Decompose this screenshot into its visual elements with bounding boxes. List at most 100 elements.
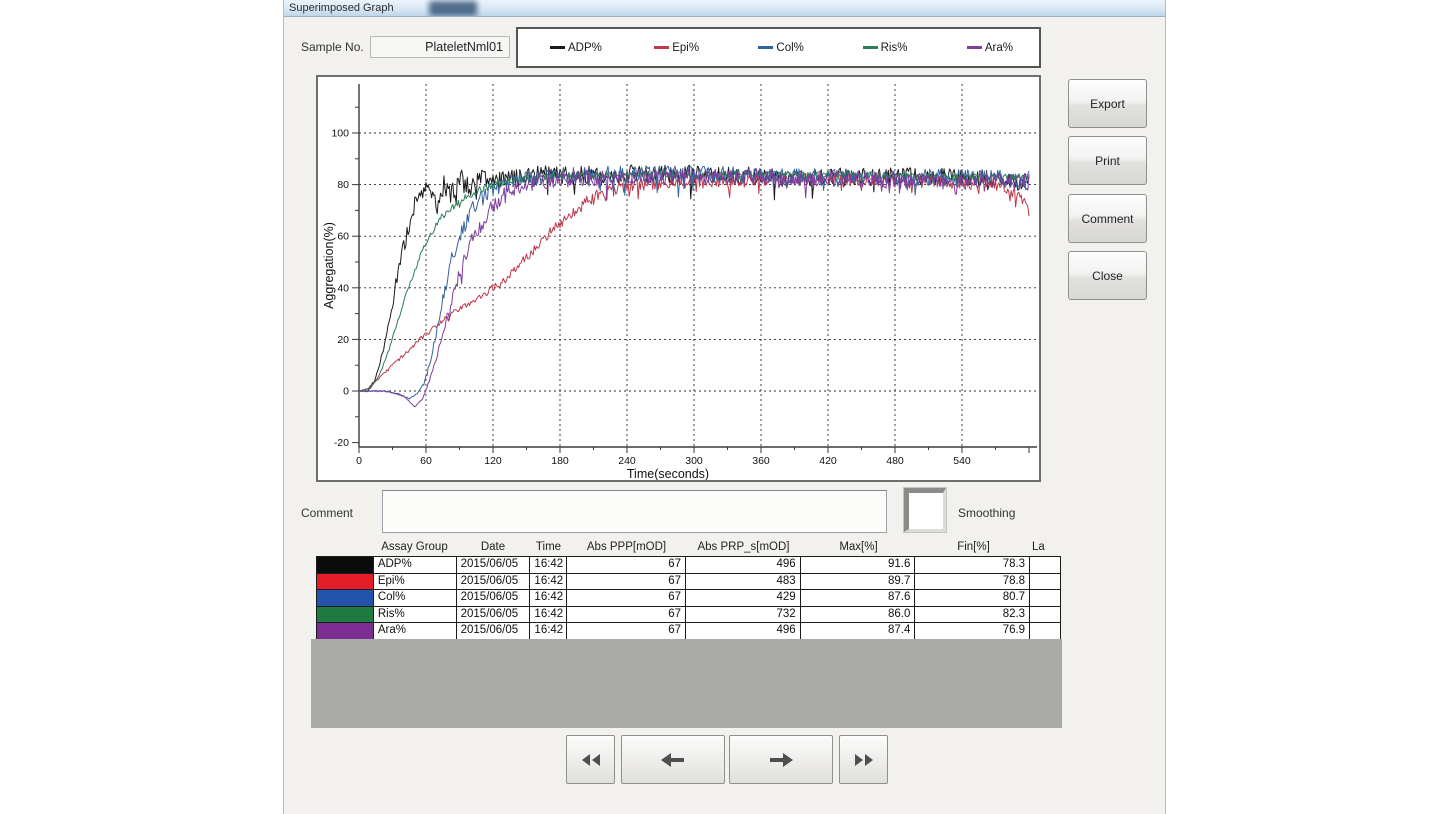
- svg-text:Aggregation(%): Aggregation(%): [322, 222, 336, 309]
- legend-entry-label: Ara%: [985, 42, 1013, 54]
- svg-text:420: 420: [819, 455, 837, 467]
- la-cell: [1030, 574, 1060, 590]
- la-cell: [1030, 557, 1060, 573]
- smoothing-label: Smoothing: [958, 506, 1015, 520]
- legend-box: ADP% Epi% Col% Ris% Ara%: [516, 27, 1041, 68]
- column-header-fin: Fin[%]: [916, 540, 1031, 555]
- print-button[interactable]: Print: [1068, 136, 1147, 185]
- comment-button[interactable]: Comment: [1068, 194, 1147, 243]
- max-cell: 89.7: [801, 574, 916, 590]
- svg-text:540: 540: [953, 455, 971, 467]
- swatch-cell: [317, 623, 374, 640]
- max-cell: 87.4: [801, 623, 916, 640]
- legend-color-dash: [758, 46, 773, 49]
- svg-text:80: 80: [337, 179, 349, 191]
- smoothing-checkbox[interactable]: [904, 488, 946, 532]
- svg-text:480: 480: [886, 455, 904, 467]
- abs-ppp-cell: 67: [567, 623, 686, 640]
- titlebar-artifact: [429, 1, 477, 16]
- close-button[interactable]: Close: [1068, 251, 1147, 300]
- time-cell: 16:42: [530, 574, 567, 590]
- svg-text:300: 300: [685, 455, 703, 467]
- legend-color-dash: [654, 46, 669, 49]
- double-right-arrow-icon: [854, 753, 874, 767]
- legend-color-dash: [550, 46, 565, 49]
- abs-ppp-cell: 67: [567, 607, 686, 623]
- svg-text:20: 20: [337, 334, 349, 346]
- assay-cell: Col%: [374, 590, 457, 606]
- legend-entry: Col%: [726, 42, 830, 54]
- svg-text:180: 180: [551, 455, 569, 467]
- abs-ppp-cell: 67: [567, 574, 686, 590]
- window-title: Superimposed Graph: [289, 2, 394, 14]
- table-row[interactable]: Ara% 2015/06/05 16:42 67 496 87.4 76.9: [317, 623, 1060, 640]
- right-arrow-icon: [769, 753, 793, 767]
- table-body: ADP% 2015/06/05 16:42 67 496 91.6 78.3 E…: [316, 556, 1061, 641]
- la-cell: [1030, 607, 1060, 623]
- date-cell: 2015/06/05: [457, 590, 531, 606]
- comment-input[interactable]: [382, 490, 887, 533]
- la-cell: [1030, 623, 1060, 640]
- left-arrow-icon: [661, 753, 685, 767]
- abs-ppp-cell: 67: [567, 590, 686, 606]
- svg-text:60: 60: [337, 231, 349, 243]
- fin-cell: 76.9: [915, 623, 1030, 640]
- fin-cell: 78.8: [915, 574, 1030, 590]
- svg-text:Time(seconds): Time(seconds): [627, 467, 709, 480]
- time-cell: 16:42: [530, 607, 567, 623]
- assay-cell: Epi%: [374, 574, 457, 590]
- aggregation-chart: -200204060801000601201802403003604204805…: [318, 77, 1039, 480]
- svg-text:360: 360: [752, 455, 770, 467]
- la-cell: [1030, 590, 1060, 606]
- abs-prp-cell: 496: [686, 557, 801, 573]
- legend-entry: Ris%: [831, 42, 935, 54]
- legend-entry-label: ADP%: [568, 42, 602, 54]
- nav-prev-button[interactable]: [621, 735, 725, 784]
- assay-cell: ADP%: [374, 557, 457, 573]
- legend-entry: Epi%: [622, 42, 726, 54]
- abs-prp-cell: 483: [686, 574, 801, 590]
- table-row[interactable]: ADP% 2015/06/05 16:42 67 496 91.6 78.3: [317, 557, 1060, 574]
- time-cell: 16:42: [530, 557, 567, 573]
- table-empty-area: [311, 639, 1062, 728]
- table-row[interactable]: Epi% 2015/06/05 16:42 67 483 89.7 78.8: [317, 574, 1060, 591]
- max-cell: 86.0: [801, 607, 916, 623]
- abs-prp-cell: 732: [686, 607, 801, 623]
- legend-entry-label: Col%: [776, 42, 803, 54]
- nav-last-button[interactable]: [839, 735, 888, 784]
- column-header-abs-ppp: Abs PPP[mOD]: [567, 540, 686, 555]
- abs-prp-cell: 496: [686, 623, 801, 640]
- export-button[interactable]: Export: [1068, 79, 1147, 128]
- nav-next-button[interactable]: [729, 735, 833, 784]
- table-row[interactable]: Ris% 2015/06/05 16:42 67 732 86.0 82.3: [317, 607, 1060, 624]
- legend-entry-label: Epi%: [672, 42, 699, 54]
- svg-text:0: 0: [343, 386, 349, 398]
- column-header-date: Date: [456, 540, 530, 555]
- legend-entry-label: Ris%: [881, 42, 908, 54]
- assay-cell: Ara%: [374, 623, 457, 640]
- legend-color-dash: [967, 46, 982, 49]
- sample-no-label: Sample No.: [301, 40, 364, 54]
- time-cell: 16:42: [530, 590, 567, 606]
- fin-cell: 80.7: [915, 590, 1030, 606]
- legend-entry: ADP%: [518, 42, 622, 54]
- abs-ppp-cell: 67: [567, 557, 686, 573]
- comment-label: Comment: [301, 506, 353, 520]
- swatch-cell: [317, 574, 374, 590]
- date-cell: 2015/06/05: [457, 574, 531, 590]
- graph-panel: -200204060801000601201802403003604204805…: [316, 75, 1041, 482]
- svg-text:0: 0: [356, 455, 362, 467]
- svg-text:40: 40: [337, 282, 349, 294]
- titlebar[interactable]: Superimposed Graph: [284, 0, 1165, 17]
- table-row[interactable]: Col% 2015/06/05 16:42 67 429 87.6 80.7: [317, 590, 1060, 607]
- swatch-cell: [317, 590, 374, 606]
- column-header-abs-prp: Abs PRP_s[mOD]: [686, 540, 801, 555]
- svg-text:240: 240: [618, 455, 636, 467]
- max-cell: 91.6: [801, 557, 916, 573]
- column-header-time: Time: [530, 540, 567, 555]
- max-cell: 87.6: [801, 590, 916, 606]
- sample-no-field[interactable]: PlateletNml01: [370, 36, 510, 58]
- nav-first-button[interactable]: [566, 735, 615, 784]
- assay-cell: Ris%: [374, 607, 457, 623]
- legend-entry: Ara%: [935, 42, 1039, 54]
